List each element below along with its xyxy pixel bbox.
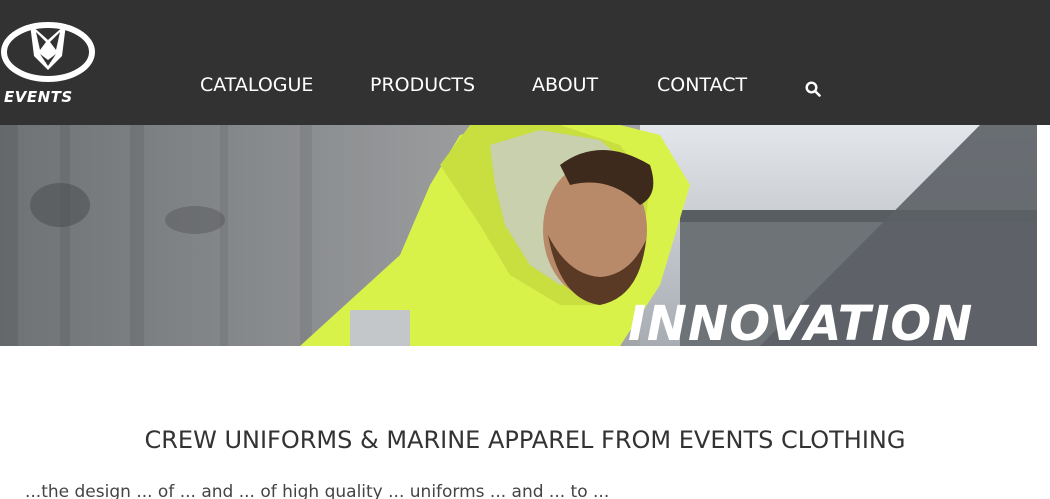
search-icon[interactable] xyxy=(805,81,821,97)
nav-products-link[interactable]: PRODUCTS xyxy=(370,74,475,96)
logo-emblem-icon xyxy=(1,22,95,82)
logo-wordmark: EVENTS xyxy=(4,88,73,106)
page-heading: CREW UNIFORMS & MARINE APPAREL FROM EVEN… xyxy=(144,426,906,454)
hero-slide-title: INNOVATION xyxy=(628,296,974,352)
nav-contact-link[interactable]: CONTACT xyxy=(657,74,747,96)
nav-about-link[interactable]: ABOUT xyxy=(532,74,598,96)
events-logo[interactable]: EVENTS xyxy=(0,10,100,106)
intro-paragraph: ...the design ... of ... and ... of high… xyxy=(25,482,610,499)
nav-catalogue-link[interactable]: CATALOGUE xyxy=(200,74,313,96)
top-navigation-bar: EVENTS CATALOGUE PRODUCTS ABOUT CONTACT xyxy=(0,0,1050,125)
